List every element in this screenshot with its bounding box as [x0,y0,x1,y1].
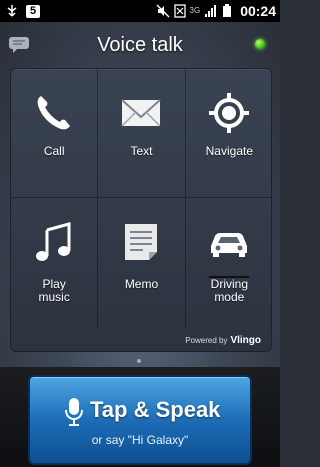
text-button[interactable]: Text [98,69,186,198]
crosshair-icon [209,93,250,133]
sim-icon [173,4,186,18]
call-button[interactable]: Call [11,69,99,198]
memo-button[interactable]: Memo [98,198,186,327]
music-note-icon [36,222,71,261]
microphone-icon [65,398,83,426]
status-bar: 5 3G 00:24 [0,0,280,22]
text-label: Text [130,144,153,158]
usb-icon [7,5,17,17]
tap-and-speak-button[interactable]: Tap & Speak or say "Hi Galaxy" [28,375,252,465]
phone-icon [37,96,71,130]
powered-by: Powered by Vlingo [185,335,261,346]
voice-talk-app: Voice talk Call Text Navigate Play music… [0,22,280,467]
battery-icon [223,4,232,17]
driving-mode-toggle-indicator [209,276,250,278]
play-music-button[interactable]: Play music [11,198,99,327]
clock: 00:24 [240,3,276,19]
driving-mode-label: Driving mode [210,277,248,304]
memo-icon [125,224,158,260]
notification-badge: 5 [26,4,41,18]
status-indicator-icon [255,39,265,49]
navigate-button[interactable]: Navigate [185,69,273,198]
command-panel: Call Text Navigate Play music Memo Drivi… [10,68,273,352]
powered-by-prefix: Powered by [185,336,228,345]
memo-label: Memo [124,277,159,291]
envelope-icon [121,99,162,127]
powered-by-brand: Vlingo [230,335,261,346]
car-icon [211,233,248,257]
navigate-label: Navigate [205,144,254,158]
page-title: Voice talk [97,34,183,56]
network-type: 3G [189,6,201,15]
play-music-label: Play music [38,277,70,304]
speak-label: Tap & Speak [90,397,221,422]
mute-icon [156,4,170,18]
page-indicator [137,359,141,363]
speak-hint: or say "Hi Galaxy" [91,433,189,447]
signal-icon [205,5,217,17]
bottom-bar: Tap & Speak or say "Hi Galaxy" [0,367,280,467]
header: Voice talk [0,22,280,66]
command-grid: Call Text Navigate Play music Memo Drivi… [11,69,273,327]
call-label: Call [43,144,65,158]
driving-mode-button[interactable]: Driving mode [186,198,273,327]
